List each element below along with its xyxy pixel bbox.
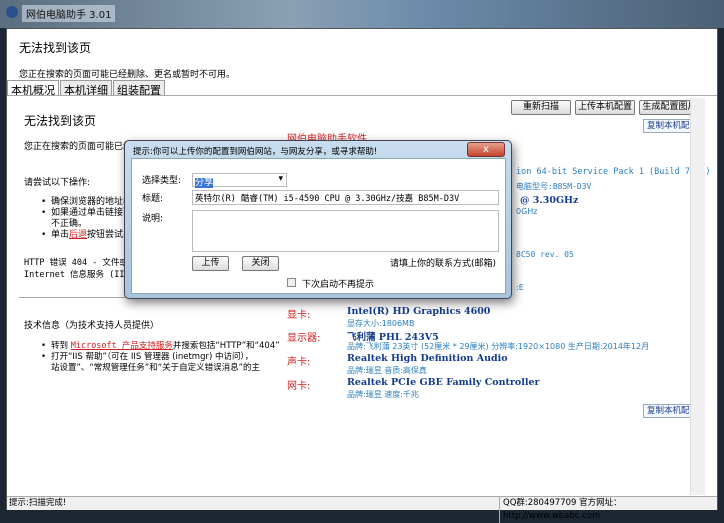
os-text: ion 64-bit Service Pack 1 (Build 7601) [516,167,711,177]
window-title: 网伯电脑助手 3.01 [22,5,116,22]
text: 单击 [51,230,70,240]
header-title: 无法找到该页 [19,41,92,55]
rescan-button[interactable]: 重新扫描 [511,100,571,115]
type-value: 分享 [195,178,214,188]
status-text: 提示:扫描完成! [9,498,67,508]
tech-title: 技术信息（为技术支持人员提供） [24,321,160,331]
list-item: 单击后退按钮尝试另 [37,230,132,241]
nic-value: Realtek PCIe GBE Family Controller [347,377,540,388]
text: 转到 [51,341,69,351]
close-dialog-button[interactable]: 关闭 [242,256,279,271]
tab-details[interactable]: 本机详细 [60,80,112,97]
disk-frag: :E [516,283,524,292]
header-subtitle: 您正在搜索的页面可能已经删除、更名或暂时不可用。 [19,70,236,80]
tab-overview[interactable]: 本机概况 [7,80,59,97]
audio-sub: 品牌:瑞昱 音质:高保真 [347,366,427,375]
text: 并搜索包括“HTTP”和“404” [172,341,280,351]
model-value: :B85M-D3V [548,182,592,191]
type-label: 选择类型: [142,176,182,186]
title-bar: 网伯电脑助手 3.01 [0,0,724,28]
status-contact: QQ群:280497709 官方网址：http://www.wbabc.com [499,497,717,523]
list-item: 确保浏览器的地址栏 [37,197,132,208]
contact-hint: 请填上你的联系方式(邮箱) [390,259,497,269]
gpu-sub: 显存大小:1806MB [347,319,415,328]
no-show-label: 下次启动不再提示 [302,280,375,290]
chevron-down-icon: ▾ [278,174,283,184]
monitor-label: 显示器: [287,333,321,344]
list-item: 打开“IIS 帮助”（可在 IIS 管理器 (inetmgr) 中访问）， [37,352,287,363]
cpu-text: @ 3.30GHz [520,195,579,206]
upload-button[interactable]: 上传 [192,256,229,271]
gpu-value: Intel(R) HD Graphics 4600 [347,306,491,317]
monitor-sub: 品牌:飞利蒲 23英寸 (52厘米 * 29厘米) 分辨率:1920×1080 … [347,342,650,351]
error-list: 确保浏览器的地址栏 如果通过单击链接而 不正确。 单击后退按钮尝试另 [37,197,132,241]
error-title: 无法找到该页 [24,114,97,128]
close-button[interactable]: x [467,142,505,157]
desc-textarea[interactable] [192,210,499,252]
type-select[interactable]: 分享 ▾ [192,173,287,188]
list-item: 站设置”、“常规管理任务”和“关于自定义错误消息”的主 [51,363,261,373]
tech-list: 转到 Microsoft 产品支持服务并搜索包括“HTTP”和“404” 打开“… [37,341,287,374]
audio-label: 声卡: [287,357,311,368]
gpu-label: 显卡: [287,310,311,321]
desc-label: 说明: [142,214,164,224]
scrollbar[interactable] [690,98,705,495]
list-item: 转到 Microsoft 产品支持服务并搜索包括“HTTP”和“404” [37,341,287,352]
iis-text: Internet 信息服务 (IIS) [24,270,135,280]
http-error: HTTP 错误 404 - 文件或目 [24,258,137,268]
error-try: 请尝试以下操作: [24,178,91,188]
net-frag: 8C50 rev. 05 [516,250,574,259]
upload-config-button[interactable]: 上传本机配置 [575,100,635,115]
no-show-checkbox[interactable] [287,278,296,287]
list-item: 如果通过单击链接而 [37,208,132,219]
upload-dialog: 提示:你可以上传你的配置到网伯网站，与网友分享，或寻求帮助! x 选择类型: 分… [124,140,512,299]
title-input[interactable]: 英特尔(R) 酷睿(TM) i5-4590 CPU @ 3.30GHz/技嘉 B… [192,190,499,205]
dialog-title: 提示:你可以上传你的配置到网伯网站，与网友分享，或寻求帮助! [133,147,378,157]
status-bar: 提示:扫描完成! QQ群:280497709 官方网址：http://www.w… [7,496,717,523]
title-label: 标题: [142,194,164,204]
tab-assembly[interactable]: 组装配置 [113,80,165,97]
nic-sub: 品牌:瑞昱 速度:千兆 [347,390,419,399]
model-label: 电脑型号 [516,182,548,191]
dialog-body: 选择类型: 分享 ▾ 标题: 英特尔(R) 酷睿(TM) i5-4590 CPU… [131,158,506,294]
cpu-sub: 0GHz [516,207,538,216]
list-item: 不正确。 [51,219,88,229]
app-icon [6,6,18,18]
nic-label: 网卡: [287,381,311,392]
tab-bar: 本机概况 本机详细 组装配置 [7,80,166,97]
back-link[interactable]: 后退 [69,230,87,240]
support-link[interactable]: Microsoft 产品支持服务 [71,341,173,351]
audio-value: Realtek High Definition Audio [347,353,508,364]
error-desc: 您正在搜索的页面可能已经 [24,142,133,152]
